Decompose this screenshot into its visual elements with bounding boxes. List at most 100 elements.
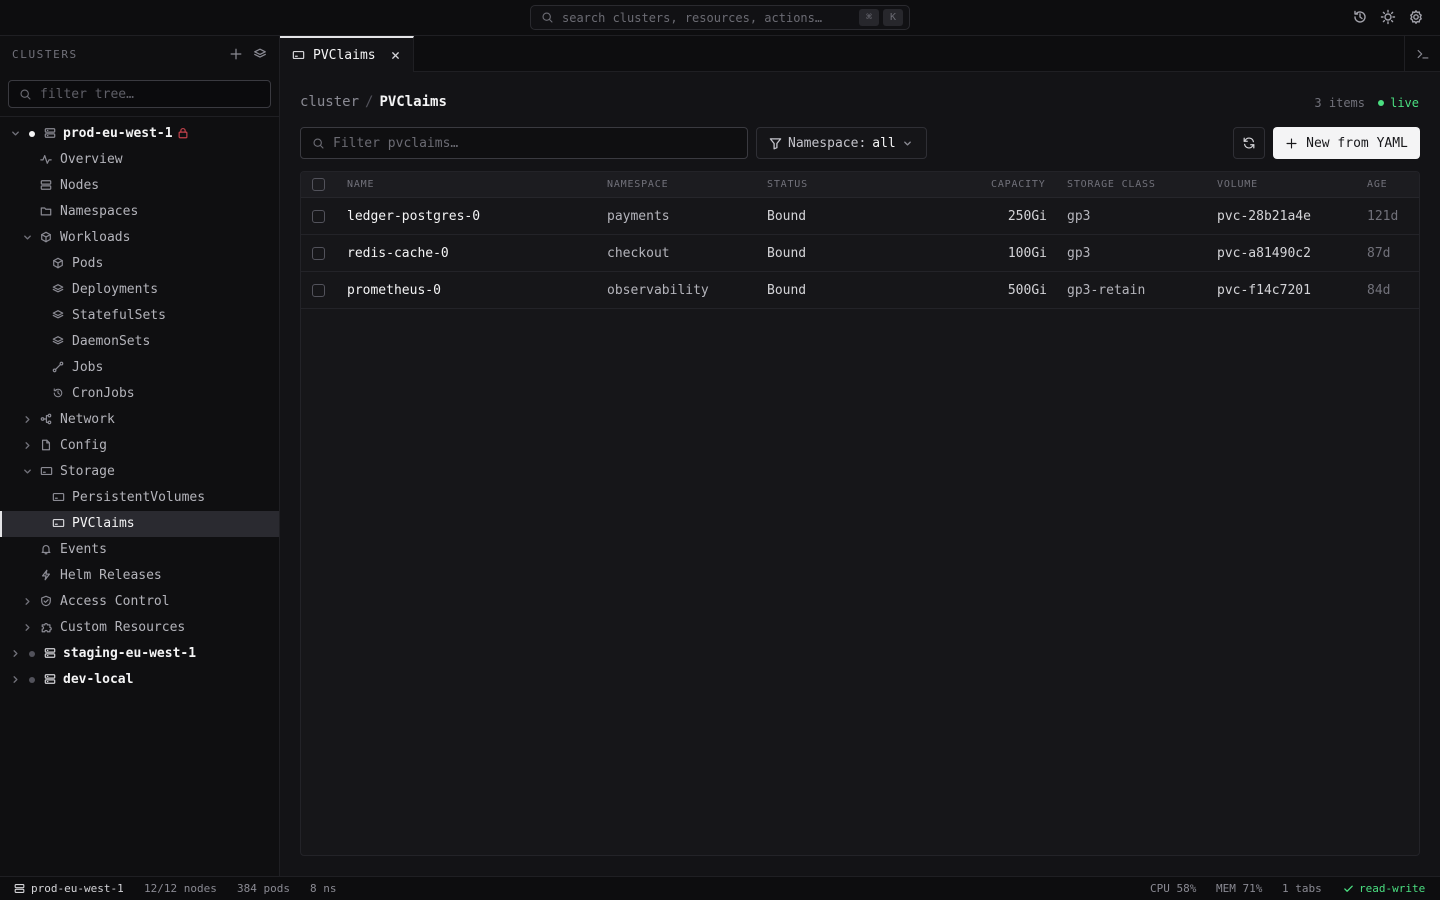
column-header-capacity[interactable]: CAPACITY [991, 179, 1046, 190]
status-mode-label: read-write [1359, 882, 1426, 895]
pvc-filter[interactable] [300, 127, 748, 159]
namespace-select[interactable]: Namespace: all [756, 127, 927, 159]
lock-icon [177, 127, 189, 139]
sidebar-item-label: CronJobs [72, 386, 135, 401]
cell-status: Bound [767, 246, 807, 261]
chevron-right-icon[interactable] [10, 674, 21, 685]
chevron-right-icon[interactable] [10, 648, 21, 659]
tree-cluster-dev-local[interactable]: dev-local [0, 667, 279, 693]
sidebar-item-cronjobs[interactable]: CronJobs [0, 381, 279, 407]
activity-icon [40, 153, 52, 165]
tree-filter[interactable] [8, 80, 271, 108]
chevron-right-icon[interactable] [22, 414, 33, 425]
sidebar-item-deployments[interactable]: Deployments [0, 277, 279, 303]
sidebar-item-pvclaims[interactable]: PVClaims [0, 511, 279, 537]
new-from-yaml-label: New from YAML [1306, 135, 1408, 151]
server-icon [14, 883, 25, 894]
sidebar-item-statefulsets[interactable]: StatefulSets [0, 303, 279, 329]
chevron-right-icon[interactable] [22, 596, 33, 607]
sidebar-item-label: Namespaces [60, 204, 139, 219]
hard-drive-icon [52, 517, 65, 529]
theme-sun-icon[interactable] [1380, 9, 1396, 25]
cell-name[interactable]: prometheus-0 [347, 283, 441, 299]
table-row[interactable]: ledger-postgres-0 payments Bound 250Gi g… [301, 198, 1419, 235]
tree-cluster-staging-eu-west-1[interactable]: staging-eu-west-1 [0, 641, 279, 667]
live-indicator: live [1378, 96, 1419, 110]
sidebar-item-network[interactable]: Network [0, 407, 279, 433]
cell-volume[interactable]: pvc-a81490c2 [1217, 246, 1311, 262]
sidebar-item-custom-resources[interactable]: Custom Resources [0, 615, 279, 641]
folder-icon [40, 205, 52, 217]
column-header-storage-class[interactable]: STORAGE CLASS [1067, 179, 1156, 190]
cell-age: 87d [1367, 246, 1391, 261]
sidebar-item-label: Custom Resources [60, 620, 186, 635]
refresh-button[interactable] [1233, 127, 1265, 159]
chevron-down-icon[interactable] [10, 128, 21, 139]
layers-icon[interactable] [253, 47, 267, 61]
cluster-label: staging-eu-west-1 [63, 646, 197, 661]
sidebar-item-nodes[interactable]: Nodes [0, 173, 279, 199]
tab-pvclaims[interactable]: PVClaims [280, 36, 414, 72]
column-header-age[interactable]: AGE [1367, 179, 1387, 190]
cell-capacity: 500Gi [1007, 283, 1047, 298]
global-search-placeholder: search clusters, resources, actions… [562, 10, 823, 25]
table-row[interactable]: prometheus-0 observability Bound 500Gi g… [301, 272, 1419, 309]
sidebar-item-pods[interactable]: Pods [0, 251, 279, 277]
row-checkbox[interactable] [312, 210, 325, 223]
row-checkbox[interactable] [312, 247, 325, 260]
column-header-namespace[interactable]: NAMESPACE [607, 179, 668, 190]
live-dot [1378, 100, 1385, 106]
layers-icon [52, 335, 64, 347]
chevron-down-icon[interactable] [22, 466, 33, 477]
cell-age: 84d [1367, 283, 1391, 298]
tree-cluster-prod-eu-west-1[interactable]: prod-eu-west-1 [0, 121, 279, 147]
tab-bar: PVClaims [280, 36, 1440, 72]
column-header-status[interactable]: STATUS [767, 179, 808, 190]
breadcrumb-root[interactable]: cluster [300, 94, 359, 110]
chevron-down-icon [902, 138, 913, 149]
add-cluster-icon[interactable] [229, 47, 243, 61]
cell-volume[interactable]: pvc-28b21a4e [1217, 209, 1311, 225]
cell-name[interactable]: ledger-postgres-0 [347, 209, 480, 225]
row-checkbox[interactable] [312, 284, 325, 297]
history-icon[interactable] [1352, 9, 1368, 25]
table-row[interactable]: redis-cache-0 checkout Bound 100Gi gp3 p… [301, 235, 1419, 272]
status-bar: prod-eu-west-1 12/12 nodes 384 pods 8 ns… [0, 876, 1440, 900]
top-bar: search clusters, resources, actions… ⌘ K [0, 0, 1440, 36]
sidebar-item-workloads[interactable]: Workloads [0, 225, 279, 251]
sidebar-item-events[interactable]: Events [0, 537, 279, 563]
cell-volume[interactable]: pvc-f14c7201 [1217, 283, 1311, 299]
chevron-right-icon[interactable] [22, 622, 33, 633]
chevron-down-icon[interactable] [22, 232, 33, 243]
select-all-checkbox[interactable] [312, 178, 325, 191]
status-mem: MEM 71% [1216, 882, 1263, 895]
pvc-table: NAME NAMESPACE STATUS CAPACITY STORAGE C… [300, 171, 1420, 856]
sidebar-item-storage[interactable]: Storage [0, 459, 279, 485]
cell-name[interactable]: redis-cache-0 [347, 246, 449, 262]
new-from-yaml-button[interactable]: New from YAML [1273, 127, 1420, 159]
pvc-filter-input[interactable] [333, 135, 736, 151]
chevron-right-icon[interactable] [22, 440, 33, 451]
sidebar-item-persistentvolumes[interactable]: PersistentVolumes [0, 485, 279, 511]
sidebar: CLUSTERS prod-eu-west-1 [0, 36, 280, 876]
close-icon[interactable] [390, 50, 401, 61]
sidebar-item-overview[interactable]: Overview [0, 147, 279, 173]
settings-gear-icon[interactable] [1408, 9, 1424, 25]
server-icon [40, 179, 52, 191]
sidebar-item-daemonsets[interactable]: DaemonSets [0, 329, 279, 355]
sidebar-item-jobs[interactable]: Jobs [0, 355, 279, 381]
live-label: live [1390, 96, 1419, 110]
terminal-button[interactable] [1404, 36, 1440, 72]
sidebar-item-namespaces[interactable]: Namespaces [0, 199, 279, 225]
column-header-volume[interactable]: VOLUME [1217, 179, 1258, 190]
sidebar-item-access-control[interactable]: Access Control [0, 589, 279, 615]
status-cluster[interactable]: prod-eu-west-1 [14, 882, 124, 895]
sidebar-item-helm-releases[interactable]: Helm Releases [0, 563, 279, 589]
sidebar-item-config[interactable]: Config [0, 433, 279, 459]
global-search[interactable]: search clusters, resources, actions… ⌘ K [530, 5, 910, 30]
sidebar-item-label: Workloads [60, 230, 131, 245]
sidebar-item-label: Network [60, 412, 115, 427]
tree-filter-input[interactable] [40, 86, 260, 102]
sidebar-item-label: Helm Releases [60, 568, 162, 583]
column-header-name[interactable]: NAME [347, 179, 374, 190]
